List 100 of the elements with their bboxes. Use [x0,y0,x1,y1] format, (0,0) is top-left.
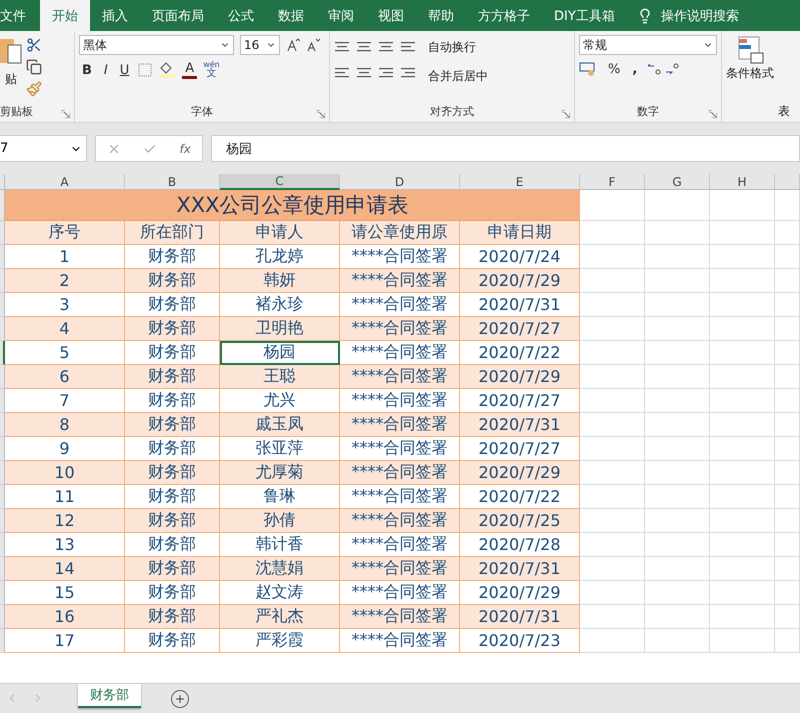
column-header[interactable]: G [645,174,710,190]
empty-cell [645,221,710,245]
table-cell: 财务部 [125,485,220,509]
ribbon-tab[interactable]: 视图 [366,0,416,31]
align-top-icon[interactable] [334,41,350,53]
column-header[interactable]: H [710,174,775,190]
table-cell: 10 [5,461,125,485]
table-cell: ****合同签署 [340,317,460,341]
header-cell: 申请日期 [460,221,580,245]
format-painter-icon[interactable] [26,81,42,97]
ribbon-tab[interactable]: 插入 [90,0,140,31]
ribbon-tab[interactable]: 开始 [40,0,90,31]
dialog-launcher-icon[interactable] [562,110,570,118]
formula-field[interactable]: 杨园 [211,135,800,162]
empty-cell [710,317,775,341]
align-left-icon[interactable] [334,67,350,79]
paste-button[interactable]: 贴 [0,35,22,104]
table-cell: 2020/7/22 [460,341,580,365]
align-right-icon[interactable] [378,67,394,79]
table-cell: 9 [5,437,125,461]
table-cell: 尤兴 [220,389,340,413]
ribbon-tab[interactable]: DIY工具箱 [542,0,627,31]
ribbon-tab[interactable]: 文件 [0,0,40,31]
table-cell: 5 [5,341,125,365]
table-cell: 财务部 [125,293,220,317]
tell-me-search[interactable]: 操作说明搜索 [660,6,739,24]
table-cell: 戚玉凤 [220,413,340,437]
borders-icon[interactable] [138,63,152,77]
dialog-launcher-icon[interactable] [62,110,70,118]
align-center-icon[interactable] [356,67,372,79]
empty-cell [645,533,710,557]
ribbon-tab[interactable]: 帮助 [416,0,466,31]
conditional-formatting-button[interactable]: 条件格式 [726,35,774,122]
empty-cell [645,317,710,341]
empty-cell [710,413,775,437]
empty-cell [710,629,775,653]
table-cell: 财务部 [125,581,220,605]
empty-cell [645,461,710,485]
number-format-field[interactable]: 常规 [579,35,717,55]
italic-button[interactable]: I [100,62,111,78]
sheet-title: XXX公司公章使用申请表 [5,190,580,221]
name-box[interactable]: 7 [0,135,87,162]
ribbon-tab[interactable]: 方方格子 [466,0,542,31]
empty-cell [775,557,800,581]
empty-cell [710,293,775,317]
plus-icon[interactable] [174,693,186,705]
empty-cell [710,485,775,509]
sheet-tab[interactable]: 财务部 [78,684,141,708]
table-cell: 韩计香 [220,533,340,557]
empty-cell [775,629,800,653]
font-color-button[interactable]: A [182,61,198,79]
fill-color-icon[interactable] [158,62,176,78]
underline-button[interactable]: U [116,62,132,78]
insert-function-button[interactable]: fx [180,142,191,156]
table-cell: 孙倩 [220,509,340,533]
format-as-table-button[interactable]: 表 [778,103,790,120]
grow-font-icon[interactable] [286,38,300,52]
table-cell: 褚永珍 [220,293,340,317]
table-cell: 沈慧娟 [220,557,340,581]
column-header[interactable]: E [460,174,580,190]
table-cell: 2020/7/28 [460,533,580,557]
column-header[interactable]: A [5,174,125,190]
bold-button[interactable]: B [79,62,95,78]
dialog-launcher-icon[interactable] [317,110,325,118]
align-middle-icon[interactable] [356,41,372,53]
column-header[interactable]: F [580,174,645,190]
merge-center-button[interactable]: 合并后居中 [428,68,488,85]
cut-icon[interactable] [26,37,42,53]
ribbon-tab[interactable]: 页面布局 [140,0,216,31]
align-bottom-icon[interactable] [378,41,394,53]
comma-style-button[interactable]: , [629,62,640,76]
ribbon-tab[interactable]: 数据 [266,0,316,31]
row-header[interactable] [0,341,5,365]
table-cell: ****合同签署 [340,629,460,653]
dialog-launcher-icon[interactable] [709,110,717,118]
column-header[interactable]: C [220,174,340,190]
empty-cell [645,365,710,389]
table-cell: ****合同签署 [340,485,460,509]
table-cell: 财务部 [125,245,220,269]
font-name-field[interactable]: 黑体 [79,35,234,55]
table-cell: 8 [5,413,125,437]
table-cell: 13 [5,533,125,557]
empty-cell [775,461,800,485]
table-cell: 2020/7/27 [460,437,580,461]
add-sheet-button[interactable] [171,690,189,708]
font-size-field[interactable]: 16 [240,35,280,55]
decimal-icon[interactable] [646,62,680,76]
column-header[interactable]: D [340,174,460,190]
column-header[interactable]: B [125,174,220,190]
copy-icon[interactable] [26,59,42,75]
table-cell: 15 [5,581,125,605]
table-cell: ****合同签署 [340,341,460,365]
wrap-text-button[interactable]: 自动换行 [428,39,476,56]
empty-cell [710,509,775,533]
ribbon-tab[interactable]: 审阅 [316,0,366,31]
phonetic-guide-button[interactable]: wén 文 [203,61,220,79]
shrink-font-icon[interactable] [306,38,320,52]
ribbon-tab[interactable]: 公式 [216,0,266,31]
percent-button[interactable]: % [605,62,624,76]
table-cell: ****合同签署 [340,365,460,389]
